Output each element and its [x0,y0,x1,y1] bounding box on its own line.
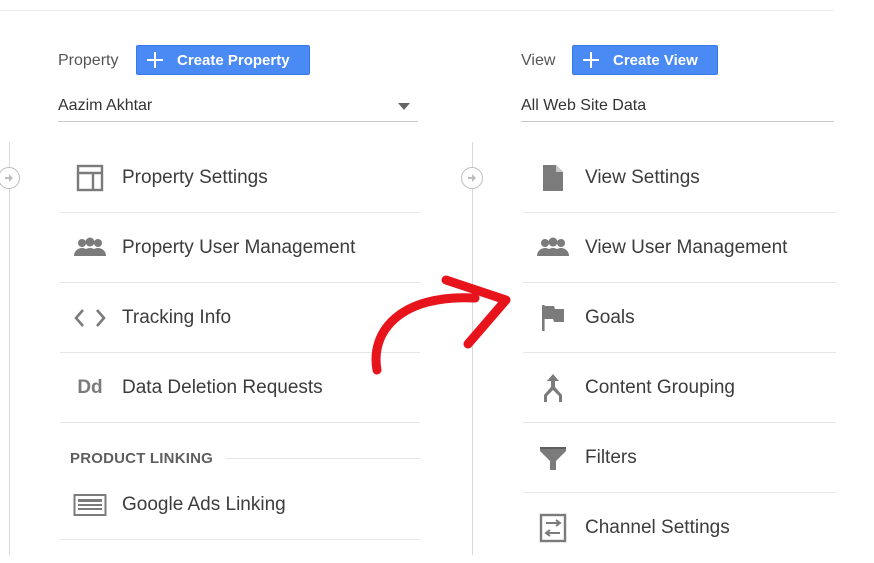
people-icon [533,233,573,263]
expand-arrow-icon[interactable] [0,167,20,189]
menu-item-label: Goals [585,306,635,328]
ads-linking-icon [70,490,110,520]
chevron-down-icon [398,103,410,110]
menu-item-label: Content Grouping [585,376,735,398]
menu-item-label: Google Ads Linking [122,493,286,515]
create-view-button[interactable]: Create View [572,45,718,75]
channel-settings-icon [533,513,573,543]
flag-icon [533,303,573,333]
product-linking-heading: PRODUCT LINKING [70,450,213,467]
menu-item-label: Data Deletion Requests [122,376,323,398]
filter-icon [533,443,573,473]
dd-icon: Dd [77,376,103,398]
menu-item-view-settings[interactable]: View Settings [523,143,836,213]
create-view-label: Create View [613,51,698,69]
menu-item-label: Property Settings [122,166,268,188]
layout-icon [70,163,110,193]
menu-item-label: View Settings [585,166,700,188]
menu-item-property-settings[interactable]: Property Settings [60,143,420,213]
property-selector[interactable]: Aazim Akhtar [58,91,418,122]
property-label: Property [58,52,119,69]
menu-item-label: Filters [585,446,637,468]
grouping-icon [533,373,573,403]
menu-item-label: View User Management [585,236,788,258]
menu-item-goals[interactable]: Goals [523,283,836,353]
create-property-button[interactable]: Create Property [136,45,310,75]
annotation-arrow-icon [371,275,511,375]
menu-item-label: Property User Management [122,236,356,258]
view-selected-value: All Web Site Data [521,97,647,114]
menu-item-filters[interactable]: Filters [523,423,836,493]
account-column-divider [9,142,10,555]
view-label: View [521,52,556,69]
people-icon [70,233,110,263]
top-divider [0,10,834,11]
section-divider [226,458,420,459]
document-icon [533,163,573,193]
code-icon [70,303,110,333]
menu-item-label: Tracking Info [122,306,232,328]
view-selector[interactable]: All Web Site Data [521,91,834,122]
expand-arrow-icon[interactable] [461,167,483,189]
menu-item-label: Channel Settings [585,517,730,538]
menu-item-google-ads-linking[interactable]: Google Ads Linking [60,470,420,540]
menu-item-channel-settings[interactable]: Channel Settings [523,493,836,563]
plus-icon [147,52,163,68]
property-selected-value: Aazim Akhtar [58,97,153,114]
plus-icon [583,52,599,68]
menu-item-view-user-management[interactable]: View User Management [523,213,836,283]
menu-item-content-grouping[interactable]: Content Grouping [523,353,836,423]
create-property-label: Create Property [177,51,290,69]
